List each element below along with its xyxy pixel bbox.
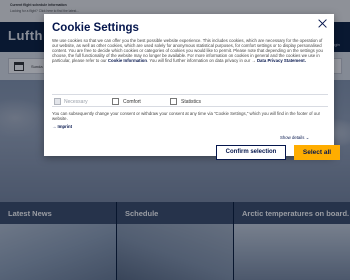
statistics-label[interactable]: Statistics bbox=[181, 99, 201, 105]
comfort-label[interactable]: Comfort bbox=[123, 99, 141, 105]
necessary-label: Necessary bbox=[64, 98, 88, 105]
cookie-settings-dialog: Cookie Settings We use cookies so that w… bbox=[44, 14, 340, 160]
show-details-toggle[interactable]: Show details ⌄ bbox=[280, 135, 309, 141]
data-privacy-link[interactable]: Data Privacy Statement. bbox=[257, 58, 306, 63]
show-details-label[interactable]: Show details bbox=[280, 135, 304, 140]
cookie-information-link[interactable]: Cookie Information bbox=[108, 58, 147, 63]
consent-change-text: You can subsequently change your consent… bbox=[52, 111, 321, 122]
select-all-button[interactable]: Select all bbox=[294, 145, 340, 160]
confirm-selection-button[interactable]: Confirm selection bbox=[216, 145, 286, 160]
statistics-checkbox[interactable] bbox=[170, 98, 177, 105]
imprint-link-label[interactable]: Imprint bbox=[58, 124, 73, 129]
imprint-link[interactable]: → Imprint bbox=[52, 124, 72, 129]
chevron-down-icon: ⌄ bbox=[305, 135, 310, 140]
close-icon[interactable] bbox=[317, 18, 328, 29]
intro-text-2: . You will find further information on d… bbox=[147, 58, 251, 64]
necessary-checkbox bbox=[54, 98, 61, 105]
cookie-category-checkboxes: Necessary Comfort Statistics bbox=[52, 94, 328, 107]
comfort-checkbox[interactable] bbox=[112, 98, 119, 105]
cookie-intro-text: We use cookies so that we can offer you … bbox=[52, 38, 323, 64]
dialog-title: Cookie Settings bbox=[52, 22, 139, 34]
